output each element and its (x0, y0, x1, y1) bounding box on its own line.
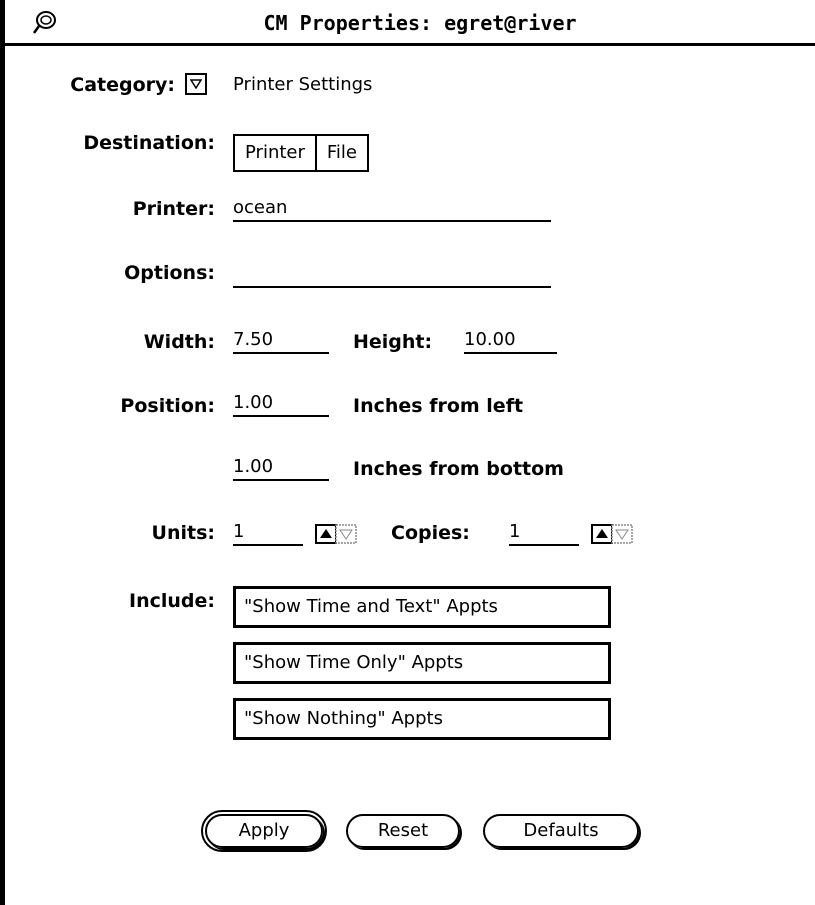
destination-selector: Printer File (233, 134, 370, 172)
properties-window: CM Properties: egret@river Category: Pri… (0, 0, 815, 905)
destination-option-printer[interactable]: Printer (233, 134, 317, 172)
units-stepper[interactable] (315, 524, 357, 544)
include-label: Include: (129, 590, 215, 612)
include-nothing[interactable]: "Show Nothing" Appts (233, 698, 611, 740)
printer-field[interactable]: ocean (233, 196, 551, 222)
units-field[interactable]: 1 (233, 520, 303, 546)
defaults-button[interactable]: Defaults (483, 814, 639, 848)
chevron-down-icon (189, 79, 203, 90)
position-bottom-field[interactable]: 1.00 (233, 455, 329, 481)
destination-label: Destination: (83, 132, 215, 154)
window-title: CM Properties: egret@river (263, 11, 577, 35)
height-field[interactable]: 10.00 (464, 328, 557, 354)
position-bottom-suffix: Inches from bottom (353, 458, 564, 480)
position-left-field[interactable]: 1.00 (233, 391, 329, 417)
units-label: Units: (151, 522, 215, 544)
include-time-and-text[interactable]: "Show Time and Text" Appts (233, 586, 611, 628)
position-label: Position: (120, 395, 215, 417)
position-left-suffix: Inches from left (353, 395, 524, 417)
width-label: Width: (143, 331, 215, 353)
include-time-only[interactable]: "Show Time Only" Appts (233, 642, 611, 684)
options-field[interactable] (233, 262, 551, 288)
category-value: Printer Settings (233, 74, 373, 95)
reset-button[interactable]: Reset (346, 814, 460, 848)
height-label: Height: (353, 331, 433, 353)
title-bar: CM Properties: egret@river (5, 0, 815, 46)
category-menu-button[interactable] (185, 73, 207, 95)
options-label: Options: (124, 262, 215, 284)
copies-label: Copies: (391, 522, 470, 544)
copies-field[interactable]: 1 (509, 520, 579, 546)
category-label: Category: (70, 74, 175, 96)
printer-label: Printer: (132, 198, 215, 220)
apply-button[interactable]: Apply (201, 810, 327, 852)
copies-stepper[interactable] (591, 524, 633, 544)
destination-option-file[interactable]: File (314, 136, 367, 170)
width-field[interactable]: 7.50 (233, 328, 329, 354)
